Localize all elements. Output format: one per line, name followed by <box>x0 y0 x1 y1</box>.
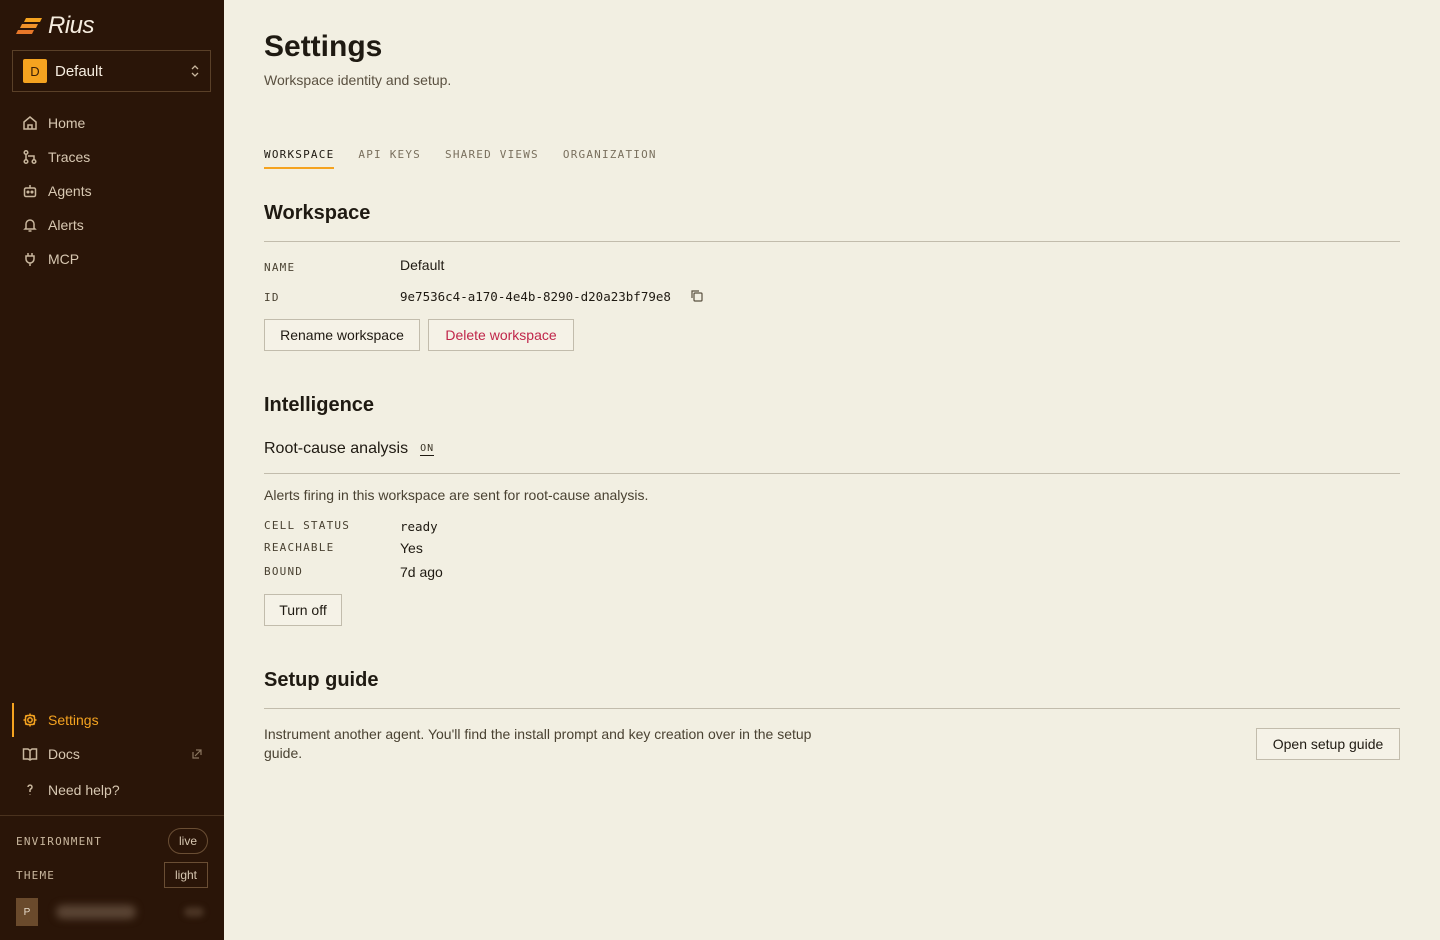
nav-item-agents[interactable]: Agents <box>12 174 212 208</box>
user-avatar: P <box>16 898 38 926</box>
reachable-label: REACHABLE <box>264 541 335 554</box>
user-name-redacted <box>56 905 136 919</box>
workspace-heading: Workspace <box>264 202 371 224</box>
plug-icon <box>25 253 35 266</box>
rius-logo-icon <box>16 18 42 34</box>
rca-title: Root-cause analysis <box>264 440 409 457</box>
nav-label: MCP <box>48 251 80 267</box>
copy-icon[interactable] <box>690 289 704 303</box>
gear-icon <box>23 713 37 727</box>
rca-status-badge: ON <box>420 442 435 456</box>
bell-icon <box>23 219 37 232</box>
settings-tabs: WORKSPACE API KEYS SHARED VIEWS ORGANIZA… <box>264 148 681 169</box>
rca-description: Alerts firing in this workspace are sent… <box>264 487 649 503</box>
delete-workspace-button[interactable]: Delete workspace <box>428 319 574 351</box>
rca-header: Root-cause analysis ON <box>264 440 435 458</box>
sidebar-divider <box>0 815 224 816</box>
nav-item-traces[interactable]: Traces <box>12 140 212 174</box>
reachable-value: Yes <box>400 540 423 556</box>
tab-api-keys[interactable]: API KEYS <box>358 148 421 169</box>
workspace-avatar: D <box>23 59 47 83</box>
setup-guide-text: Instrument another agent. You'll find th… <box>264 726 812 761</box>
divider <box>264 241 1400 242</box>
sidebar: Rius D Default Home Traces Agents Alerts… <box>0 0 224 940</box>
nav-label: Home <box>48 115 86 131</box>
theme-toggle[interactable]: light <box>163 862 208 888</box>
name-label: NAME <box>264 261 296 274</box>
workspace-id-value: 9e7536c4-a170-4e4b-8290-d20a23bf79e8 <box>400 289 671 304</box>
bound-value: 7d ago <box>400 564 443 580</box>
user-menu-redacted <box>184 907 204 917</box>
nav-label: Need help? <box>48 782 120 798</box>
book-icon <box>22 748 38 761</box>
tab-workspace[interactable]: WORKSPACE <box>264 148 335 169</box>
workspace-name-value: Default <box>400 257 445 273</box>
page-title: Settings <box>264 30 383 63</box>
workspace-name: Default <box>55 62 103 80</box>
question-icon <box>27 784 33 795</box>
cell-status-label: CELL STATUS <box>264 519 351 532</box>
traces-icon <box>23 149 37 165</box>
nav-item-docs[interactable]: Docs <box>12 737 212 771</box>
cell-status-value: ready <box>400 519 438 534</box>
tab-organization[interactable]: ORGANIZATION <box>563 148 657 169</box>
bound-label: BOUND <box>264 565 304 578</box>
home-icon <box>23 116 37 130</box>
nav-label: Traces <box>48 149 91 165</box>
divider <box>264 473 1400 474</box>
divider <box>264 708 1400 709</box>
nav-item-mcp[interactable]: MCP <box>12 242 212 276</box>
open-setup-guide-button[interactable]: Open setup guide <box>1256 728 1400 760</box>
nav-label: Docs <box>48 746 80 762</box>
environment-row: ENVIRONMENT live <box>16 827 208 855</box>
environment-pill[interactable]: live <box>167 828 208 854</box>
user-menu[interactable]: P <box>16 898 208 926</box>
theme-label: THEME <box>16 868 56 882</box>
rename-workspace-button[interactable]: Rename workspace <box>264 319 420 351</box>
theme-row: THEME light <box>16 861 208 889</box>
brand-name: Rius <box>48 12 95 39</box>
page-subtitle: Workspace identity and setup. <box>264 72 452 88</box>
bottom-nav: Settings Docs Need help? <box>12 703 212 807</box>
setup-guide-heading: Setup guide <box>264 669 379 691</box>
intelligence-heading: Intelligence <box>264 394 375 416</box>
tab-shared-views[interactable]: SHARED VIEWS <box>445 148 539 169</box>
main-nav: Home Traces Agents Alerts MCP <box>12 106 212 276</box>
nav-item-home[interactable]: Home <box>12 106 212 140</box>
brand-logo[interactable]: Rius <box>16 12 95 40</box>
turn-off-button[interactable]: Turn off <box>264 594 342 626</box>
nav-label: Settings <box>48 712 99 728</box>
id-label: ID <box>264 291 280 304</box>
nav-label: Agents <box>48 183 92 199</box>
chevron-up-down-icon <box>191 65 199 77</box>
nav-label: Alerts <box>48 217 84 233</box>
nav-item-settings[interactable]: Settings <box>12 703 212 737</box>
nav-item-help[interactable]: Need help? <box>12 773 212 807</box>
bot-icon <box>23 185 37 198</box>
nav-item-alerts[interactable]: Alerts <box>12 208 212 242</box>
environment-label: ENVIRONMENT <box>16 834 103 848</box>
workspace-switcher[interactable]: D Default <box>12 50 211 92</box>
external-link-icon <box>192 749 202 759</box>
